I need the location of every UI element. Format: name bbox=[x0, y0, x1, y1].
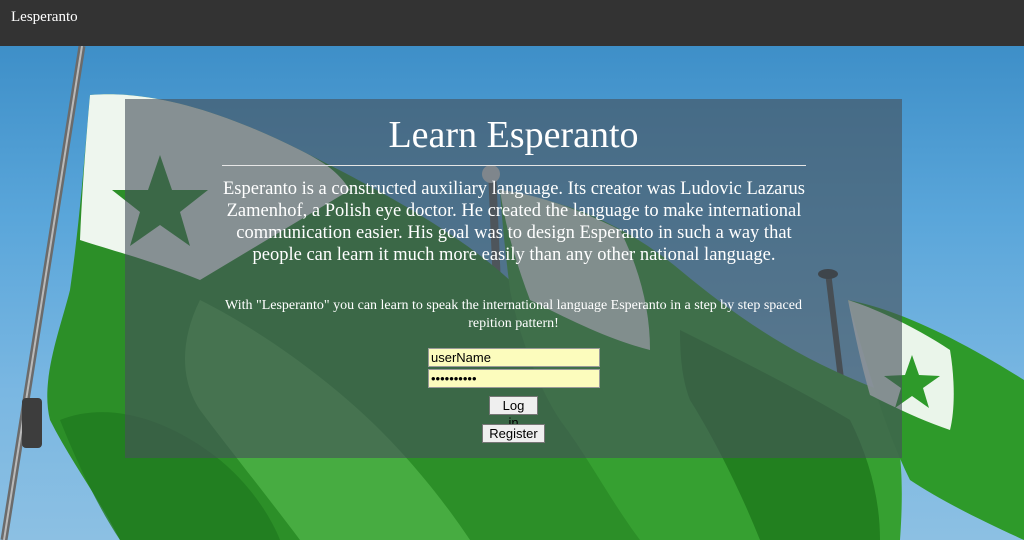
register-button[interactable]: Register bbox=[482, 424, 545, 443]
username-input[interactable] bbox=[428, 348, 600, 367]
subtitle-text: With "Lesperanto" you can learn to speak… bbox=[225, 298, 802, 331]
login-button[interactable]: Log in bbox=[489, 396, 538, 430]
title-divider bbox=[222, 165, 806, 166]
hero-background: Learn Esperanto Esperanto is a construct… bbox=[0, 46, 1024, 540]
brand-link[interactable]: Lesperanto bbox=[11, 9, 78, 26]
password-input[interactable] bbox=[428, 369, 600, 388]
intro-text: Esperanto is a constructed auxiliary lan… bbox=[222, 179, 805, 265]
intro-panel: Learn Esperanto Esperanto is a construct… bbox=[125, 99, 902, 458]
navbar: Lesperanto bbox=[0, 0, 1024, 46]
page-title: Learn Esperanto bbox=[388, 114, 639, 156]
